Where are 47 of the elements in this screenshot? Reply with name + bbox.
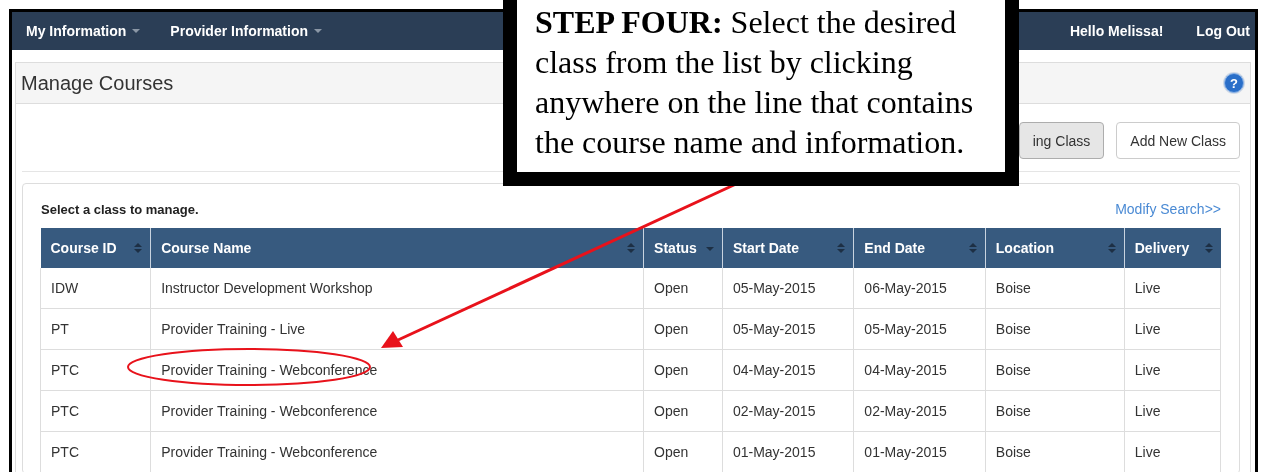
caret-icon — [132, 29, 141, 33]
table-cell[interactable]: Live — [1124, 268, 1221, 309]
table-cell[interactable]: Live — [1124, 308, 1221, 350]
logout-link[interactable]: Log Out — [1196, 23, 1250, 39]
table-cell[interactable]: 02-May-2015 — [853, 390, 986, 432]
column-header[interactable]: Start Date — [722, 228, 854, 268]
greeting-link[interactable]: Hello Melissa! — [1069, 23, 1164, 39]
table-cell[interactable]: Live — [1124, 349, 1221, 391]
column-header[interactable]: Delivery — [1124, 228, 1221, 268]
action-button[interactable]: Add New Class — [1116, 122, 1240, 159]
table-cell[interactable]: 04-May-2015 — [853, 349, 986, 391]
column-header[interactable]: Status — [643, 228, 723, 268]
table-cell[interactable]: Open — [643, 308, 723, 350]
table-cell[interactable]: PTC — [40, 390, 151, 432]
table-cell[interactable]: Boise — [985, 390, 1125, 432]
page-title: Manage Courses — [21, 71, 174, 95]
column-header[interactable]: End Date — [853, 228, 986, 268]
table-cell[interactable]: Boise — [985, 268, 1125, 309]
table-cell[interactable]: IDW — [40, 268, 151, 309]
table-cell[interactable]: Open — [643, 390, 723, 432]
table-cell[interactable]: Open — [643, 349, 723, 391]
table-cell[interactable]: Live — [1124, 390, 1221, 432]
column-header[interactable]: Course Name — [150, 228, 644, 268]
nav-menu[interactable]: My Information — [26, 23, 141, 39]
list-caption: Select a class to manage. — [40, 201, 199, 217]
table-cell[interactable]: Boise — [985, 308, 1125, 350]
table-cell[interactable]: PT — [40, 308, 151, 350]
table-cell[interactable]: 05-May-2015 — [853, 308, 986, 350]
table-cell[interactable]: 06-May-2015 — [853, 268, 986, 309]
table-cell[interactable]: Boise — [985, 349, 1125, 391]
step-instruction: STEP FOUR: Select the desired class from the list by clicking anywhere on the line that contains the course name and information. — [503, 0, 1019, 186]
table-cell[interactable]: Instructor Development Workshop — [150, 268, 644, 309]
table-cell[interactable]: Provider Training - Webconference — [150, 390, 644, 432]
column-header[interactable]: Course ID — [40, 228, 151, 268]
nav-menu[interactable]: Provider Information — [170, 23, 323, 39]
modify-search-link[interactable]: Modify Search>> — [1115, 201, 1221, 217]
table-cell[interactable]: 05-May-2015 — [722, 268, 854, 309]
table-cell[interactable]: PTC — [40, 431, 151, 472]
column-header[interactable]: Location — [985, 228, 1125, 268]
table-cell[interactable]: 05-May-2015 — [722, 308, 854, 350]
table-cell[interactable]: Open — [643, 268, 723, 309]
help-icon[interactable]: ? — [1224, 73, 1244, 93]
action-button[interactable]: ing Class — [1018, 122, 1105, 159]
table-cell[interactable]: 04-May-2015 — [722, 349, 854, 391]
caret-icon — [314, 29, 323, 33]
table-cell[interactable]: PTC — [40, 349, 151, 391]
table-cell[interactable]: 02-May-2015 — [722, 390, 854, 432]
